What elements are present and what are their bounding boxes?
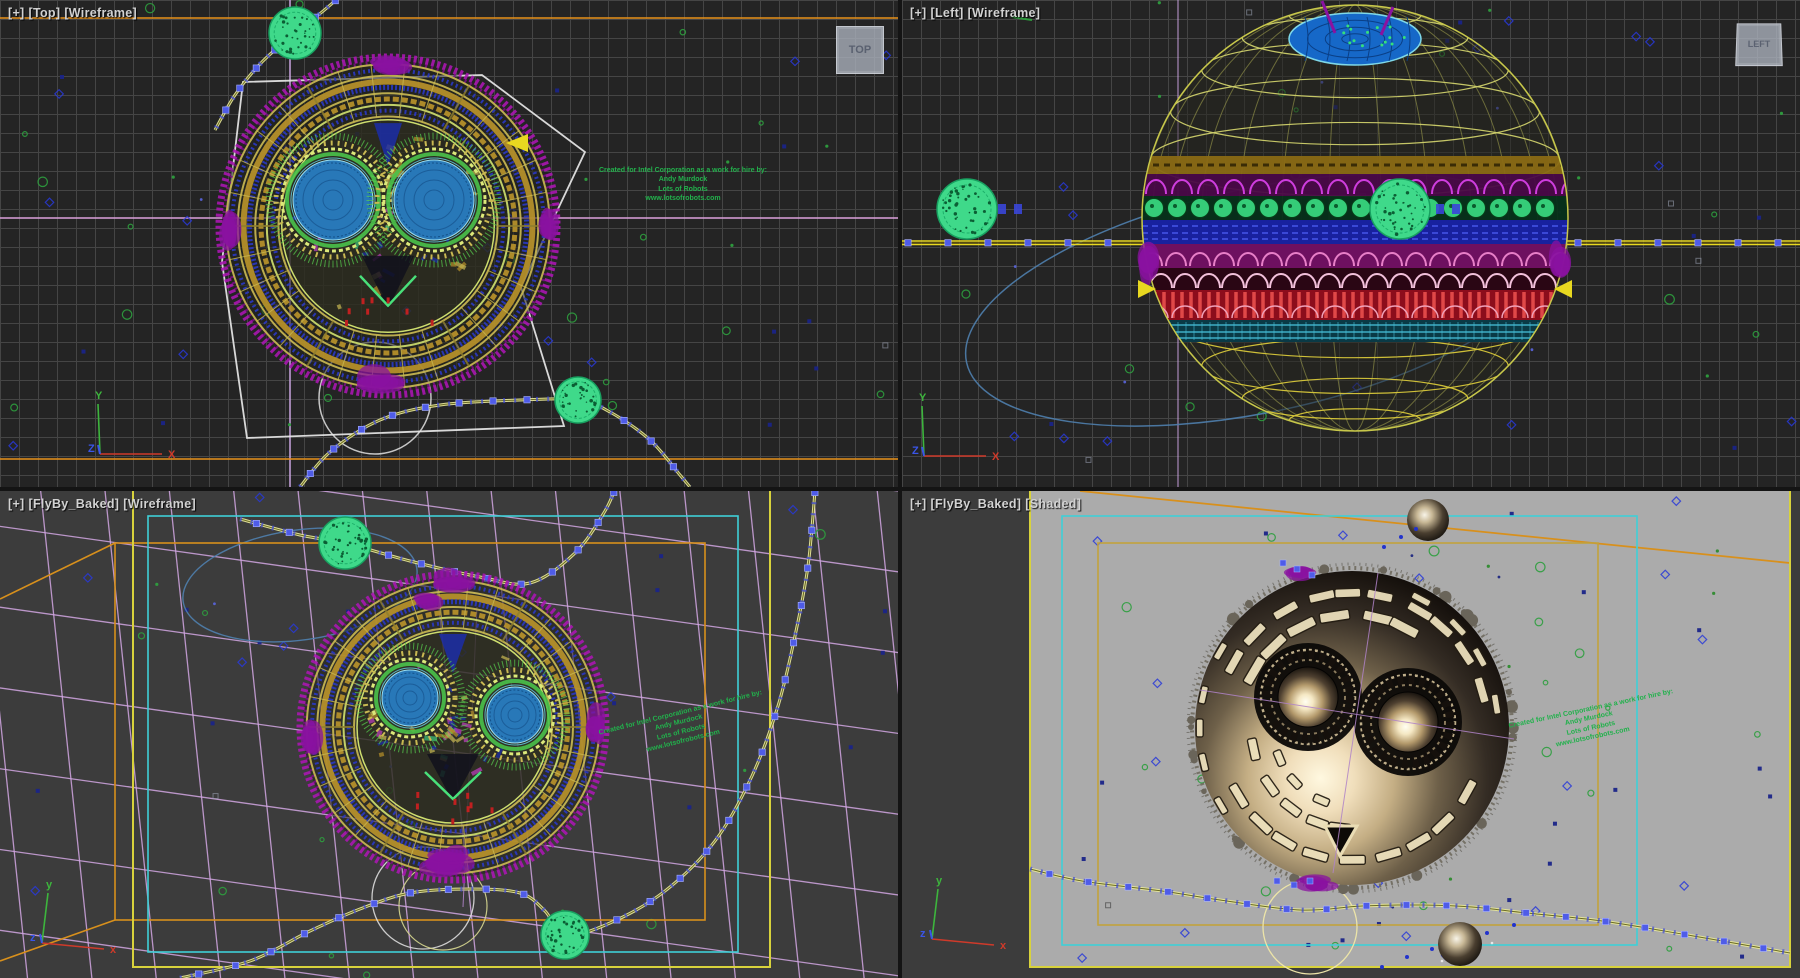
viewport-label[interactable]: [+] [FlyBy_Baked][Shaded] — [910, 497, 1085, 511]
viewport-top[interactable]: YXZ [+][Top][Wireframe] TOP Created for … — [0, 0, 898, 487]
viewport-view-menu[interactable]: [FlyBy_Baked] — [29, 497, 120, 511]
svg-text:z: z — [30, 932, 36, 944]
viewport-view-menu[interactable]: [FlyBy_Baked] — [931, 497, 1022, 511]
viewport-menu-icon[interactable]: [+] — [8, 6, 25, 20]
viewport-shading-menu[interactable]: [Wireframe] — [968, 6, 1041, 20]
viewport-shading-menu[interactable]: [Wireframe] — [123, 497, 196, 511]
viewport-menu-icon[interactable]: [+] — [8, 497, 25, 511]
viewport-shading-menu[interactable]: [Shaded] — [1025, 497, 1081, 511]
svg-text:z: z — [920, 928, 926, 940]
viewcube-face-label: TOP — [849, 44, 871, 56]
viewport-menu-icon[interactable]: [+] — [910, 6, 927, 20]
svg-text:Y: Y — [919, 392, 927, 404]
svg-text:Z: Z — [912, 445, 919, 457]
viewport-grid: YXZ [+][Top][Wireframe] TOP Created for … — [0, 0, 1800, 978]
viewcube-face-label: LEFT — [1748, 39, 1771, 49]
viewcube[interactable]: TOP — [836, 26, 884, 74]
scene-camera-wireframe: y x z — [0, 491, 898, 978]
quad-viewport-layout: YXZ [+][Top][Wireframe] TOP Created for … — [0, 0, 1800, 978]
scene-top-wireframe: Y X Z — [0, 0, 898, 487]
viewport-label[interactable]: [+] [FlyBy_Baked][Wireframe] — [8, 497, 200, 511]
viewport-label[interactable]: [+] [Top][Wireframe] — [8, 6, 141, 20]
svg-text:X: X — [992, 451, 1000, 463]
svg-text:x: x — [110, 944, 117, 956]
viewport-shading-menu[interactable]: [Wireframe] — [64, 6, 137, 20]
svg-text:Y: Y — [95, 390, 103, 402]
viewport-view-menu[interactable]: [Top] — [29, 6, 61, 20]
svg-text:y: y — [46, 879, 53, 891]
scene-camera-shaded: y x z — [902, 491, 1800, 978]
viewport-menu-icon[interactable]: [+] — [910, 497, 927, 511]
viewport-camera-wireframe[interactable]: yxz [+][FlyBy_Baked][Wireframe] Created … — [0, 491, 898, 978]
scene-left-wireframe: Y X Z — [902, 0, 1800, 487]
viewport-left[interactable]: Y X Z [+] [Left] [Wireframe] LEFT — [902, 0, 1800, 487]
viewport-label[interactable]: [+] [Left] [Wireframe] — [910, 6, 1044, 20]
svg-text:y: y — [936, 875, 943, 887]
svg-text:X: X — [168, 449, 176, 461]
viewcube[interactable]: LEFT — [1735, 23, 1783, 66]
svg-text:x: x — [1000, 940, 1007, 952]
viewport-view-menu[interactable]: [Left] — [931, 6, 964, 20]
svg-text:Z: Z — [88, 443, 95, 455]
viewport-camera-shaded[interactable]: yxz [+][FlyBy_Baked][Shaded] Created for… — [902, 491, 1800, 978]
